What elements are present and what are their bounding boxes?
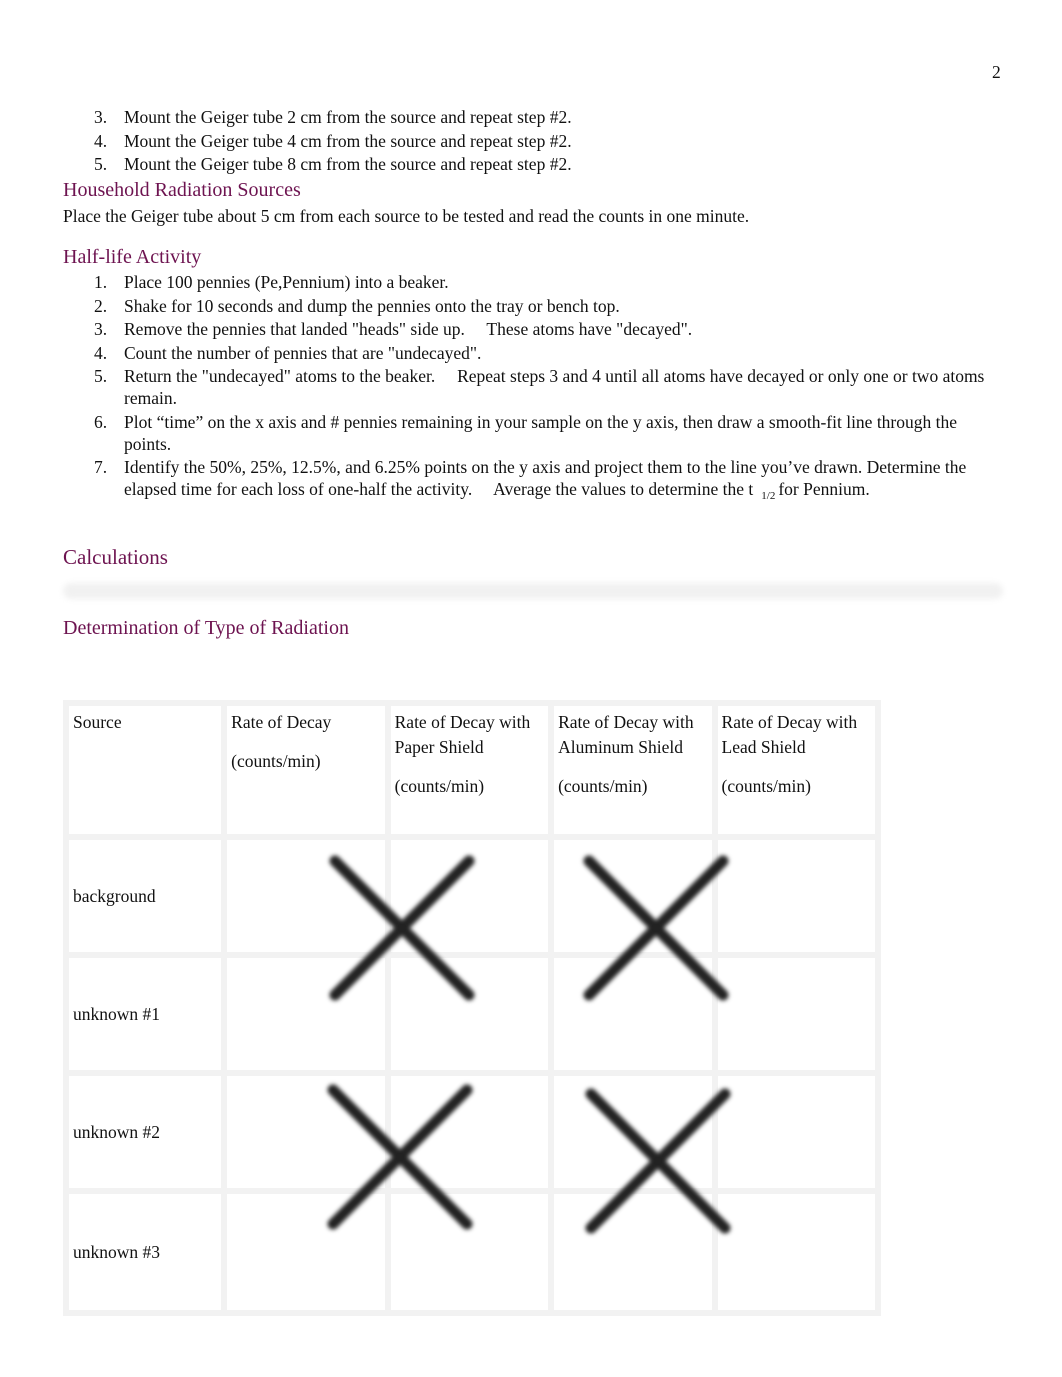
list-text: Shake for 10 seconds and dump the pennie…: [124, 295, 620, 316]
list-item: 5. Mount the Geiger tube 8 cm from the so…: [63, 153, 993, 175]
header-cell-rate: Rate of Decay (counts/min): [221, 700, 391, 840]
list-item: 3. Remove the pennies that landed "heads"…: [63, 318, 993, 340]
list-text: Return the "undecayed" atoms to the beak…: [124, 366, 989, 408]
header-cell-source: Source: [62, 700, 228, 840]
header-cell-paper: Rate of Decay with Paper Shield (counts/m…: [384, 700, 555, 840]
list-number: 7.: [94, 457, 108, 477]
cross-out-icon: [581, 853, 731, 1003]
radiation-table-container: Source Rate of Decay (counts/min) Rate of…: [62, 700, 882, 1316]
list-text: Place 100 pennies (Pe,Pennium) into a be…: [124, 272, 449, 292]
source-cell: unknown #1: [62, 952, 228, 1076]
list-item: 1. Place 100 pennies (Pe,Pennium) into a …: [63, 271, 993, 293]
calculations-heading: Calculations: [63, 545, 168, 569]
cross-out-icon: [325, 1082, 475, 1232]
half-life-subscript: 1/2: [761, 490, 776, 502]
header-cell-aluminum: Rate of Decay with Aluminum Shield (count…: [548, 700, 718, 840]
header-cell-lead: Rate of Decay with Lead Shield (counts/mi…: [711, 700, 882, 840]
value-cell[interactable]: [711, 952, 882, 1076]
redacted-bar: [63, 583, 1003, 599]
household-heading: Household Radiation Sources: [63, 179, 301, 201]
table-header-row: Source Rate of Decay (counts/min) Rate of…: [62, 700, 882, 840]
list-number: 4.: [94, 130, 108, 151]
list-text: Mount the Geiger tube 4 cm from the sour…: [124, 130, 572, 151]
list-item: 3. Mount the Geiger tube 2 cm from the so…: [63, 106, 993, 128]
list-number: 5.: [94, 154, 108, 174]
halflife-steps-list: 1. Place 100 pennies (Pe,Pennium) into a …: [63, 271, 993, 507]
list-number: 2.: [94, 295, 108, 316]
list-text: Count the number of pennies that are "un…: [124, 342, 482, 363]
list-item: 6. Plot “time” on the x axis and # pennie…: [63, 411, 993, 455]
list-item: 4. Count the number of pennies that are "…: [63, 342, 993, 364]
halflife-heading: Half-life Activity: [63, 246, 202, 268]
list-item: 4. Mount the Geiger tube 4 cm from the so…: [63, 130, 993, 152]
list-text: Mount the Geiger tube 8 cm from the sour…: [124, 154, 572, 174]
list-item: 2. Shake for 10 seconds and dump the penn…: [63, 295, 993, 317]
list-text: Plot “time” on the x axis and # pennies …: [124, 411, 958, 454]
distance-steps-list: 3. Mount the Geiger tube 2 cm from the so…: [63, 106, 993, 175]
list-number: 5.: [94, 366, 108, 386]
value-cell[interactable]: [711, 834, 882, 958]
list-number: 4.: [94, 342, 108, 363]
value-cell[interactable]: [711, 1188, 882, 1316]
list-number: 6.: [94, 411, 108, 432]
cross-out-icon: [327, 853, 477, 1003]
cross-out-icon: [583, 1086, 733, 1236]
list-item: 5. Return the "undecayed" atoms to the be…: [63, 365, 993, 409]
value-cell[interactable]: [711, 1070, 882, 1194]
list-number: 3.: [94, 319, 108, 339]
list-item: 7. Identify the 50%, 25%, 12.5%, and 6.25…: [63, 456, 993, 507]
list-number: 3.: [94, 107, 108, 127]
source-cell: unknown #2: [62, 1070, 228, 1194]
list-text-end: for Pennium.: [778, 479, 870, 499]
household-paragraph: Place the Geiger tube about 5 cm from ea…: [63, 206, 750, 226]
document-body: 3. Mount the Geiger tube 2 cm from the so…: [63, 106, 1003, 640]
source-cell: background: [62, 834, 228, 958]
source-cell: unknown #3: [62, 1188, 228, 1316]
radiation-type-heading: Determination of Type of Radiation: [63, 617, 349, 639]
list-text: Mount the Geiger tube 2 cm from the sour…: [124, 107, 572, 127]
list-number: 1.: [94, 272, 108, 292]
page-number: 2: [992, 62, 1001, 82]
list-text: Remove the pennies that landed "heads" s…: [124, 319, 693, 339]
